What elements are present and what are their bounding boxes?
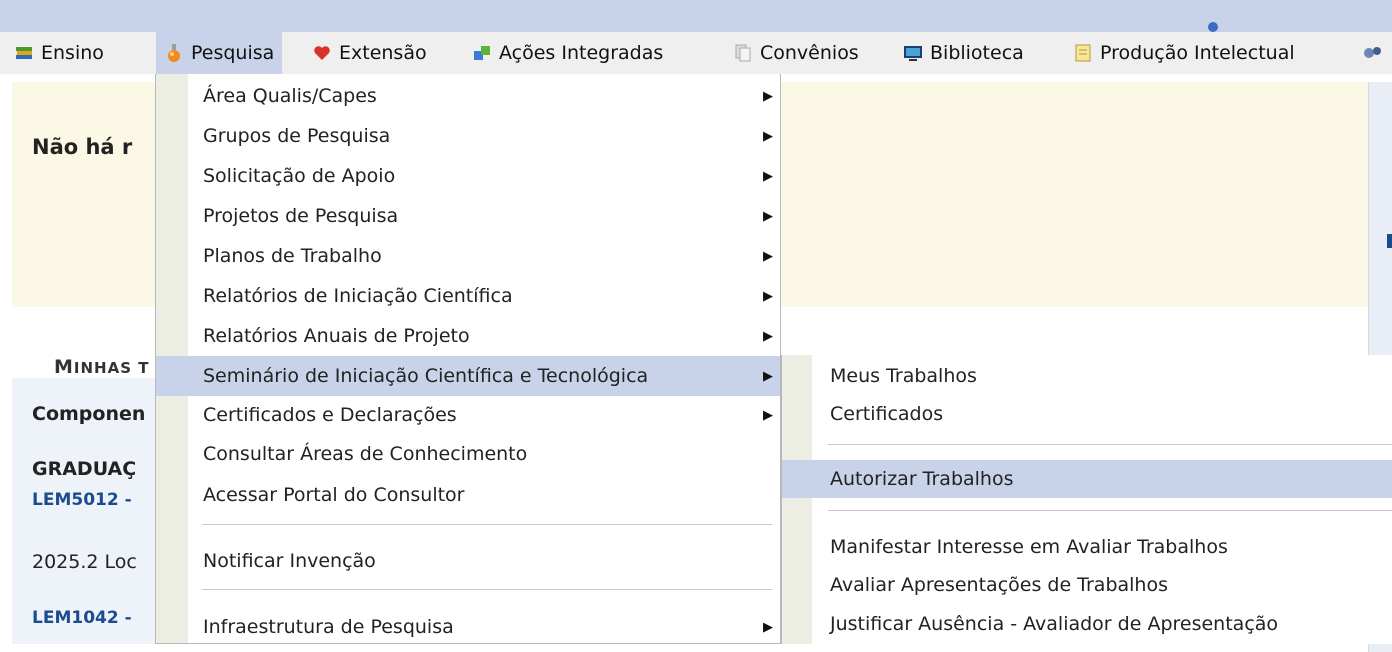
menu-acoes-integradas-label: Ações Integradas bbox=[499, 42, 664, 64]
heading-rest: INHAS T bbox=[73, 359, 150, 377]
menu-separator bbox=[202, 589, 772, 590]
submenu-arrow-icon: ▶ bbox=[763, 368, 773, 384]
course-link[interactable]: LEM1042 - bbox=[32, 608, 132, 628]
menu-item-label: Relatórios de Iniciação Científica bbox=[203, 285, 513, 307]
menu-item-label: Relatórios Anuais de Projeto bbox=[203, 325, 470, 347]
submenu-arrow-icon: ▶ bbox=[763, 128, 773, 144]
menu-biblioteca[interactable]: Biblioteca bbox=[903, 32, 1024, 74]
top-header-bar bbox=[0, 0, 1392, 32]
menu-extensao-label: Extensão bbox=[339, 42, 427, 64]
menu-item-label: Planos de Trabalho bbox=[203, 245, 382, 267]
seminario-submenu: Meus Trabalhos Certificados Autorizar Tr… bbox=[781, 355, 1392, 644]
menu-extensao[interactable]: Extensão bbox=[312, 32, 427, 74]
submenu-item-label: Justificar Ausência - Avaliador de Apres… bbox=[830, 613, 1279, 635]
menu-item-solicitacao-apoio[interactable]: Solicitação de Apoio ▶ bbox=[156, 156, 780, 196]
menu-item-grupos-pesquisa[interactable]: Grupos de Pesquisa ▶ bbox=[156, 116, 780, 156]
puzzle-icon bbox=[474, 46, 490, 60]
submenu-arrow-icon: ▶ bbox=[763, 288, 773, 304]
my-classes-heading: MINHAS T bbox=[54, 356, 149, 378]
graduacao-label: GRADUAÇ bbox=[32, 458, 137, 480]
menu-producao-intelectual-label: Produção Intelectual bbox=[1100, 42, 1295, 64]
notepad-icon bbox=[1075, 44, 1091, 62]
monitor-icon bbox=[904, 46, 922, 61]
submenu-item-meus-trabalhos[interactable]: Meus Trabalhos bbox=[782, 357, 1392, 395]
componentes-label: Componen bbox=[32, 403, 146, 425]
menu-ensino-label: Ensino bbox=[41, 42, 104, 64]
menu-convenios-label: Convênios bbox=[760, 42, 859, 64]
submenu-item-certificados[interactable]: Certificados bbox=[782, 395, 1392, 433]
submenu-arrow-icon: ▶ bbox=[763, 208, 773, 224]
submenu-item-manifestar-interesse[interactable]: Manifestar Interesse em Avaliar Trabalho… bbox=[782, 528, 1392, 566]
menu-item-portal-consultor[interactable]: Acessar Portal do Consultor bbox=[156, 475, 780, 515]
menu-ensino[interactable]: Ensino bbox=[14, 32, 104, 74]
menu-item-infraestrutura[interactable]: Infraestrutura de Pesquisa ▶ bbox=[156, 607, 780, 647]
menu-item-label: Área Qualis/Capes bbox=[203, 85, 377, 107]
notice-text: Não há r bbox=[32, 135, 133, 159]
menu-item-certificados-declaracoes[interactable]: Certificados e Declarações ▶ bbox=[156, 395, 780, 435]
books-icon bbox=[16, 47, 32, 59]
submenu-separator bbox=[828, 510, 1392, 511]
menu-item-planos-trabalho[interactable]: Planos de Trabalho ▶ bbox=[156, 236, 780, 276]
submenu-item-label: Meus Trabalhos bbox=[830, 365, 977, 387]
menu-producao-intelectual[interactable]: Produção Intelectual bbox=[1073, 32, 1295, 74]
user-icon[interactable] bbox=[1208, 22, 1218, 32]
submenu-arrow-icon: ▶ bbox=[763, 328, 773, 344]
submenu-item-label: Avaliar Apresentações de Trabalhos bbox=[830, 574, 1168, 596]
menu-item-relatorios-anuais[interactable]: Relatórios Anuais de Projeto ▶ bbox=[156, 316, 780, 356]
submenu-item-avaliar-apresentacoes[interactable]: Avaliar Apresentações de Trabalhos bbox=[782, 566, 1392, 604]
flask-icon bbox=[168, 44, 180, 62]
submenu-arrow-icon: ▶ bbox=[763, 619, 773, 635]
menu-item-label: Certificados e Declarações bbox=[203, 404, 457, 426]
menu-acoes-integradas[interactable]: Ações Integradas bbox=[472, 32, 663, 74]
submenu-arrow-icon: ▶ bbox=[763, 88, 773, 104]
menu-item-label: Solicitação de Apoio bbox=[203, 165, 396, 187]
main-menu-bar: Ensino Pesquisa Extensão Ações Integrada… bbox=[0, 32, 1392, 75]
menu-more[interactable] bbox=[1362, 32, 1382, 74]
submenu-item-autorizar-trabalhos[interactable]: Autorizar Trabalhos bbox=[782, 460, 1392, 498]
menu-item-consultar-areas[interactable]: Consultar Áreas de Conhecimento bbox=[156, 434, 780, 474]
panel-marker bbox=[1387, 234, 1392, 248]
menu-item-area-qualis[interactable]: Área Qualis/Capes ▶ bbox=[156, 76, 780, 116]
pesquisa-dropdown: Área Qualis/Capes ▶ Grupos de Pesquisa ▶… bbox=[155, 74, 781, 644]
menu-item-projetos-pesquisa[interactable]: Projetos de Pesquisa ▶ bbox=[156, 196, 780, 236]
menu-item-relatorios-ic[interactable]: Relatórios de Iniciação Científica ▶ bbox=[156, 276, 780, 316]
submenu-item-justificar-ausencia[interactable]: Justificar Ausência - Avaliador de Apres… bbox=[782, 605, 1392, 643]
course-local-text: 2025.2 Loc bbox=[32, 551, 137, 573]
menu-item-label: Seminário de Iniciação Científica e Tecn… bbox=[203, 365, 649, 387]
menu-item-label: Grupos de Pesquisa bbox=[203, 125, 391, 147]
submenu-arrow-icon: ▶ bbox=[763, 168, 773, 184]
submenu-item-label: Autorizar Trabalhos bbox=[830, 468, 1014, 490]
menu-item-label: Acessar Portal do Consultor bbox=[203, 484, 465, 506]
submenu-item-label: Manifestar Interesse em Avaliar Trabalho… bbox=[830, 536, 1228, 558]
submenu-separator bbox=[828, 444, 1392, 445]
menu-separator bbox=[202, 524, 772, 525]
menu-item-notificar-invencao[interactable]: Notificar Invenção bbox=[156, 541, 780, 581]
menu-item-label: Infraestrutura de Pesquisa bbox=[203, 616, 454, 638]
menu-convenios[interactable]: Convênios bbox=[733, 32, 859, 74]
menu-item-label: Projetos de Pesquisa bbox=[203, 205, 399, 227]
menu-item-label: Consultar Áreas de Conhecimento bbox=[203, 443, 528, 465]
menu-item-seminario[interactable]: Seminário de Iniciação Científica e Tecn… bbox=[156, 356, 780, 396]
documents-icon bbox=[735, 44, 751, 62]
gears-icon bbox=[1364, 47, 1381, 58]
submenu-arrow-icon: ▶ bbox=[763, 248, 773, 264]
heart-icon bbox=[314, 46, 330, 60]
menu-pesquisa[interactable]: Pesquisa bbox=[156, 32, 283, 74]
menu-item-label: Notificar Invenção bbox=[203, 550, 376, 572]
submenu-item-label: Certificados bbox=[830, 403, 944, 425]
menu-pesquisa-label: Pesquisa bbox=[191, 42, 275, 64]
menu-biblioteca-label: Biblioteca bbox=[930, 42, 1024, 64]
heading-initial: M bbox=[54, 356, 74, 378]
submenu-arrow-icon: ▶ bbox=[763, 407, 773, 423]
course-link[interactable]: LEM5012 - bbox=[32, 490, 132, 510]
